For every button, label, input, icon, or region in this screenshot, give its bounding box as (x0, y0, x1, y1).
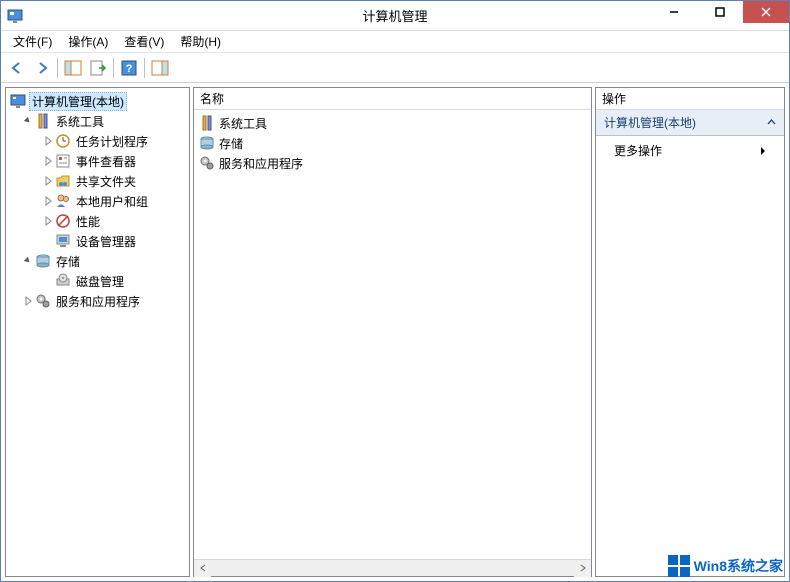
content-area: 计算机管理(本地) 系统工具 任务计划程序 事件查看器 共享文件夹 (1, 83, 789, 581)
list-body[interactable]: 系统工具 存储 服务和应用程序 (194, 110, 591, 576)
device-manager-icon (55, 233, 71, 249)
storage-icon (35, 253, 51, 269)
shared-folder-icon (55, 173, 71, 189)
tree-label: 性能 (74, 213, 102, 230)
forward-button[interactable] (30, 56, 54, 80)
window-controls (651, 1, 789, 23)
expand-icon[interactable] (42, 135, 54, 147)
services-icon (35, 293, 51, 309)
storage-icon (199, 135, 215, 151)
tree-label: 共享文件夹 (74, 173, 138, 190)
list-panel: 名称 系统工具 存储 服务和应用程序 (193, 87, 592, 577)
menu-help[interactable]: 帮助(H) (172, 31, 229, 52)
users-icon (55, 193, 71, 209)
tree-label: 计算机管理(本地) (29, 92, 127, 111)
tree-shared-folders[interactable]: 共享文件夹 (8, 171, 187, 191)
tree-root[interactable]: 计算机管理(本地) (8, 91, 187, 111)
minimize-button[interactable] (651, 1, 697, 23)
disk-icon (55, 273, 71, 289)
actions-header: 操作 (596, 88, 784, 110)
actions-section-title[interactable]: 计算机管理(本地) (596, 110, 784, 136)
expand-icon[interactable] (42, 175, 54, 187)
tree-label: 设备管理器 (74, 233, 138, 250)
event-viewer-icon (55, 153, 71, 169)
tree-label: 磁盘管理 (74, 273, 126, 290)
system-tools-icon (35, 113, 51, 129)
collapse-icon[interactable] (767, 118, 776, 127)
toggle-tree-button[interactable] (61, 56, 85, 80)
toolbar-separator (57, 58, 58, 78)
performance-icon (55, 213, 71, 229)
menubar: 文件(F) 操作(A) 查看(V) 帮助(H) (1, 31, 789, 53)
list-item[interactable]: 服务和应用程序 (197, 153, 588, 173)
back-button[interactable] (5, 56, 29, 80)
actions-entry-label: 更多操作 (614, 142, 662, 159)
expand-icon[interactable] (42, 215, 54, 227)
list-item[interactable]: 存储 (197, 133, 588, 153)
list-item-label: 服务和应用程序 (219, 155, 303, 172)
actions-header-label: 操作 (602, 90, 626, 107)
menu-action[interactable]: 操作(A) (60, 31, 116, 52)
tree-label: 事件查看器 (74, 153, 138, 170)
toggle-action-pane-button[interactable] (148, 56, 172, 80)
help-button[interactable]: ? (117, 56, 141, 80)
menu-view[interactable]: 查看(V) (116, 31, 172, 52)
spacer (42, 235, 54, 247)
tree-system-tools[interactable]: 系统工具 (8, 111, 187, 131)
list-item[interactable]: 系统工具 (197, 113, 588, 133)
system-tools-icon (199, 115, 215, 131)
tree-label: 任务计划程序 (74, 133, 150, 150)
tree-event-viewer[interactable]: 事件查看器 (8, 151, 187, 171)
expand-icon[interactable] (42, 155, 54, 167)
collapse-icon[interactable] (22, 255, 34, 267)
list-item-label: 系统工具 (219, 115, 267, 132)
tree-panel: 计算机管理(本地) 系统工具 任务计划程序 事件查看器 共享文件夹 (5, 87, 190, 577)
expand-icon[interactable] (42, 195, 54, 207)
svg-text:?: ? (126, 63, 133, 75)
clock-icon (55, 133, 71, 149)
toolbar-separator (113, 58, 114, 78)
tree-task-scheduler[interactable]: 任务计划程序 (8, 131, 187, 151)
actions-more-actions[interactable]: 更多操作 (596, 136, 784, 165)
horizontal-scrollbar[interactable] (194, 559, 591, 576)
spacer (42, 275, 54, 287)
actions-title-label: 计算机管理(本地) (604, 114, 696, 131)
tree-label: 本地用户和组 (74, 193, 150, 210)
app-icon (7, 8, 23, 24)
list-item-label: 存储 (219, 135, 243, 152)
scroll-track[interactable] (211, 560, 574, 577)
tree-services[interactable]: 服务和应用程序 (8, 291, 187, 311)
menu-file[interactable]: 文件(F) (5, 31, 60, 52)
tree-label: 存储 (54, 253, 82, 270)
chevron-right-icon (760, 146, 766, 156)
column-name: 名称 (200, 90, 224, 107)
actions-body: 计算机管理(本地) 更多操作 (596, 110, 784, 576)
tree-label: 服务和应用程序 (54, 293, 142, 310)
close-button[interactable] (743, 1, 789, 23)
toolbar-separator (144, 58, 145, 78)
computer-management-icon (10, 93, 26, 109)
maximize-button[interactable] (697, 1, 743, 23)
console-tree[interactable]: 计算机管理(本地) 系统工具 任务计划程序 事件查看器 共享文件夹 (6, 88, 189, 576)
scroll-left-button[interactable] (194, 560, 211, 577)
services-icon (199, 155, 215, 171)
expand-icon[interactable] (22, 295, 34, 307)
tree-performance[interactable]: 性能 (8, 211, 187, 231)
collapse-icon[interactable] (22, 115, 34, 127)
tree-label: 系统工具 (54, 113, 106, 130)
titlebar: 计算机管理 (1, 1, 789, 31)
tree-device-manager[interactable]: 设备管理器 (8, 231, 187, 251)
export-list-button[interactable] (86, 56, 110, 80)
scroll-right-button[interactable] (574, 560, 591, 577)
list-column-header[interactable]: 名称 (194, 88, 591, 110)
actions-panel: 操作 计算机管理(本地) 更多操作 (595, 87, 785, 577)
toolbar: ? (1, 53, 789, 83)
tree-local-users[interactable]: 本地用户和组 (8, 191, 187, 211)
tree-disk-management[interactable]: 磁盘管理 (8, 271, 187, 291)
tree-storage[interactable]: 存储 (8, 251, 187, 271)
